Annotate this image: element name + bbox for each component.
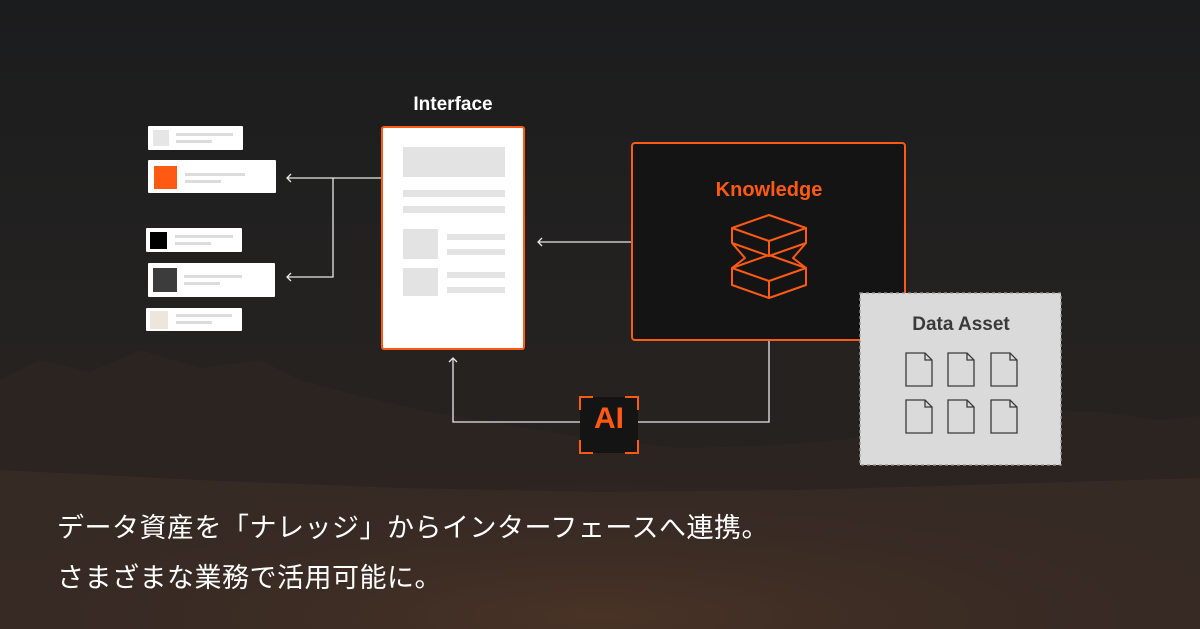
knowledge-label: Knowledge [715, 179, 823, 201]
card-item [146, 308, 242, 331]
card-item [148, 263, 275, 297]
interface-label: Interface [413, 94, 493, 115]
interface-document [381, 126, 525, 350]
card-item [148, 126, 243, 150]
card-item [148, 160, 276, 193]
caption-line-2: さまざまな業務で活用可能に。 [57, 563, 442, 594]
ai-label: AI [594, 402, 624, 435]
card-item [146, 228, 242, 252]
caption-line-1: データ資産を「ナレッジ」からインターフェースへ連携。 [57, 513, 770, 544]
data-asset-label: Data Asset [912, 314, 1010, 335]
